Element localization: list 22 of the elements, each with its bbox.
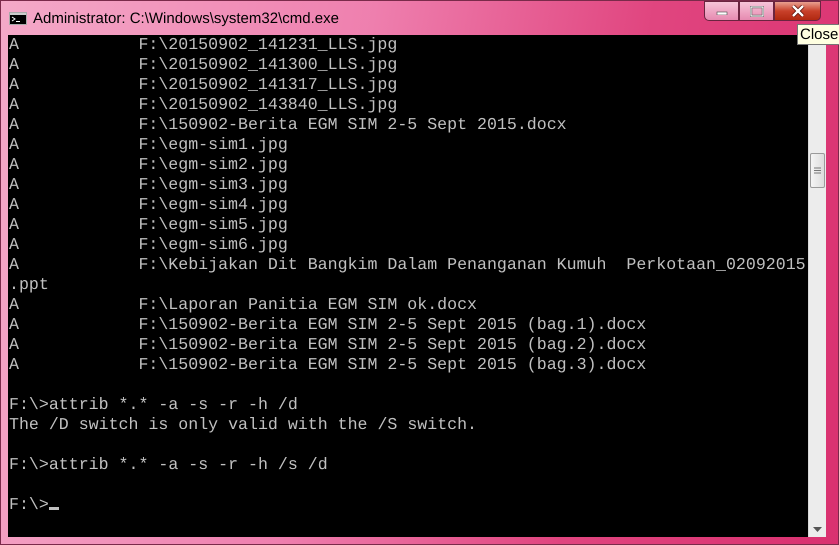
file-listing-line: A F:\egm-sim2.jpg [9,155,289,175]
file-listing-line: A F:\20150902_141317_LLS.jpg [9,75,398,95]
file-listing-line: A F:\egm-sim3.jpg [9,175,289,195]
file-listing-line: A F:\Laporan Panitia EGM SIM ok.docx [9,295,478,315]
command-prompt: F:\> [9,495,49,514]
console-text: F:\>attrib *.* -a -s -r -h /s /d [9,455,328,474]
file-listing-line: A F:\150902-Berita EGM SIM 2-5 Sept 2015 (bag.1).docx [9,315,648,335]
console-text: F:\>attrib *.* -a -s -r -h /d [9,395,298,414]
console-text: The /D switch is only valid with the /S switch. [9,415,478,434]
file-listing-line: A F:\egm-sim6.jpg [9,235,289,255]
tooltip: Close [797,24,839,45]
file-listing-line: A F:\20150902_141300_LLS.jpg [9,55,398,75]
file-listing-line: A F:\egm-sim1.jpg [9,135,289,155]
file-listing-line: A F:\egm-sim4.jpg [9,195,289,215]
window-title: Administrator: C:\Windows\system32\cmd.exe [33,10,339,26]
file-listing-line: A F:\Kebijakan Dit Bangkim Dalam Penanganan Kumuh Perkotaan_02092015.ppt [9,255,807,295]
file-listing-line: A F:\20150902_143840_LLS.jpg [9,95,398,115]
file-listing-line: A F:\150902-Berita EGM SIM 2-5 Sept 2015 (bag.2).docx [9,335,648,355]
file-listing-line: A F:\egm-sim5.jpg [9,215,289,235]
file-listing-line: A F:\150902-Berita EGM SIM 2-5 Sept 2015 (bag.3).docx [9,355,648,375]
file-listing-line: A F:\20150902_141231_LLS.jpg [9,35,398,55]
file-listing-line: A F:\150902-Berita EGM SIM 2-5 Sept 2015.docx [9,115,568,135]
